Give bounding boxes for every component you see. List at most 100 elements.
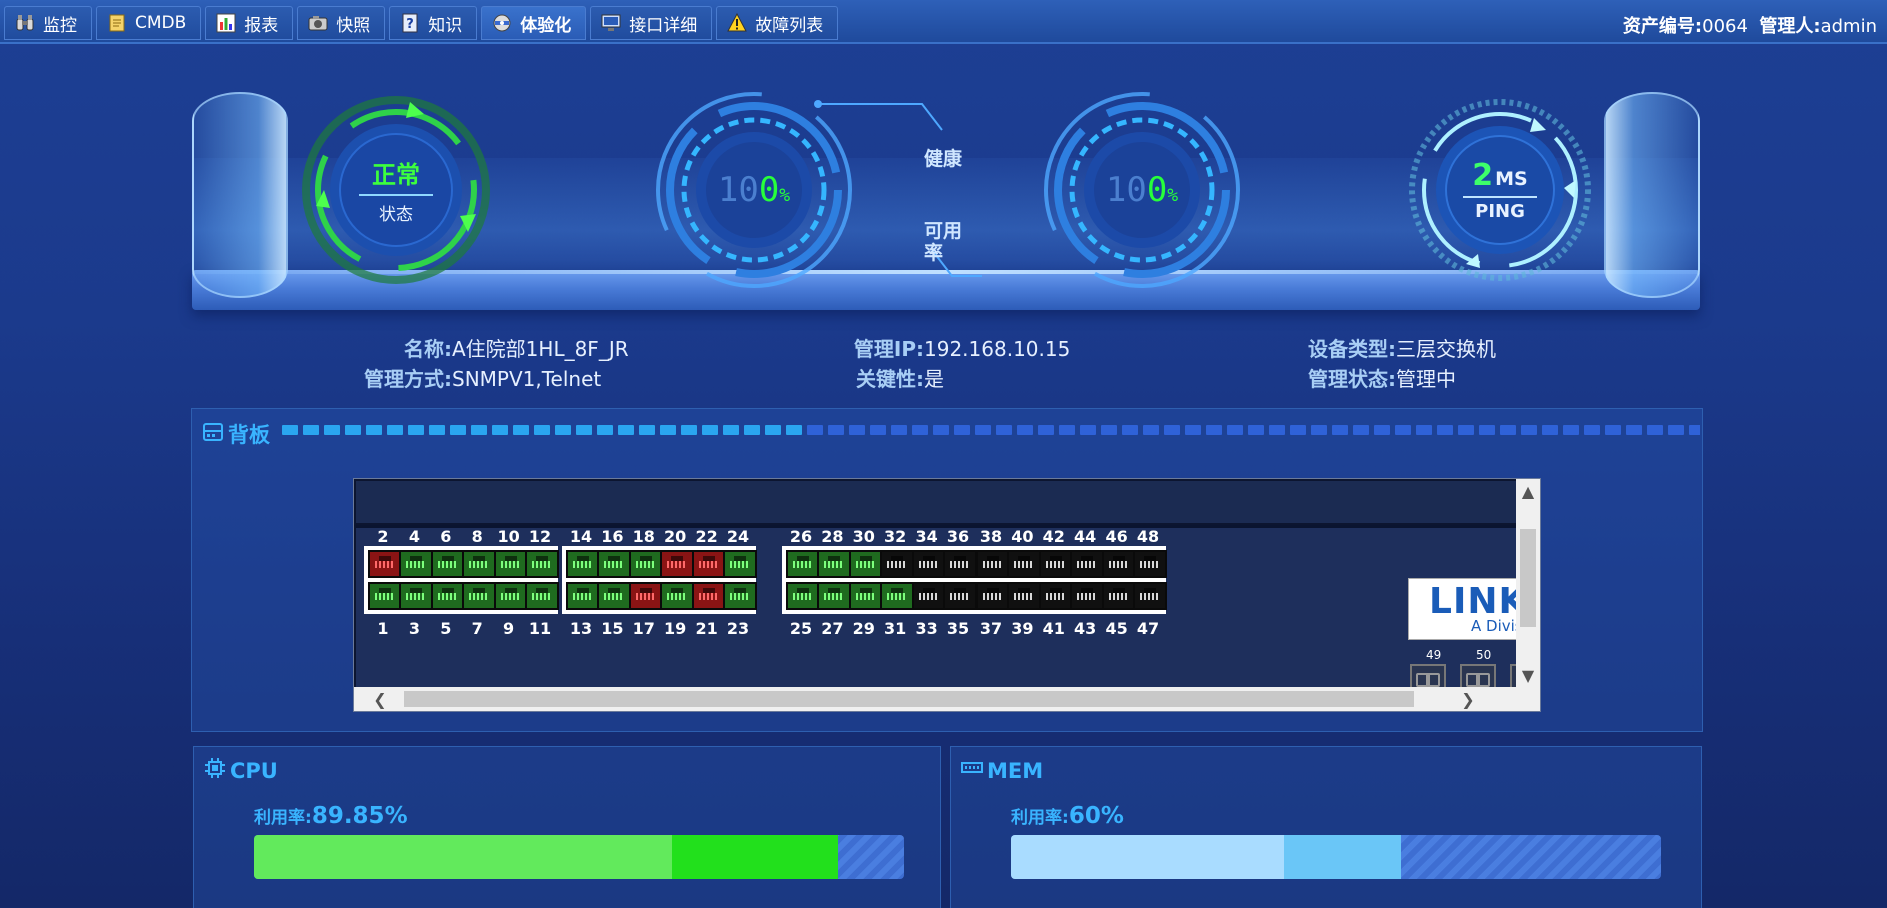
switch-port[interactable] xyxy=(1070,550,1105,578)
switch-port[interactable] xyxy=(911,550,946,578)
vertical-scrollbar[interactable]: ▲ ▼ xyxy=(1516,479,1540,689)
switch-port[interactable] xyxy=(462,582,497,610)
scroll-left-icon[interactable]: ❮ xyxy=(368,687,392,711)
switch-port[interactable] xyxy=(880,582,915,610)
camera-icon xyxy=(308,13,328,33)
switch-port[interactable] xyxy=(430,550,465,578)
switch-port[interactable] xyxy=(566,582,600,610)
mem-title: MEM xyxy=(961,757,1043,784)
switch-port[interactable] xyxy=(368,582,402,610)
switch-port[interactable] xyxy=(493,550,528,578)
switch-port[interactable] xyxy=(1133,550,1167,578)
tab-monitor[interactable]: 监控 xyxy=(4,6,92,40)
switch-port[interactable] xyxy=(399,582,434,610)
switch-port[interactable] xyxy=(368,550,402,578)
mgmt-status-value: 管理中 xyxy=(1396,367,1456,391)
switch-port[interactable] xyxy=(911,582,946,610)
switch-port[interactable] xyxy=(597,582,632,610)
port-number: 22 xyxy=(695,527,718,546)
name-value: A住院部1HL_8F_JR xyxy=(452,337,629,361)
tab-label: 接口详细 xyxy=(629,15,698,36)
switch-port[interactable] xyxy=(691,550,726,578)
switch-port[interactable] xyxy=(566,550,600,578)
sfp-port-50[interactable] xyxy=(1460,664,1496,689)
switch-port[interactable] xyxy=(493,582,528,610)
port-number: 3 xyxy=(408,619,420,638)
switch-port[interactable] xyxy=(1070,582,1105,610)
tab-knowledge[interactable]: ? 知识 xyxy=(389,6,478,40)
switch-port[interactable] xyxy=(691,582,726,610)
title-dash xyxy=(975,425,991,435)
switch-port[interactable] xyxy=(525,550,559,578)
port-number: 39 xyxy=(1011,619,1034,638)
scroll-down-icon[interactable]: ▼ xyxy=(1516,663,1540,687)
title-dash xyxy=(513,425,529,435)
title-dash xyxy=(891,425,907,435)
switch-port[interactable] xyxy=(817,582,852,610)
switch-port[interactable] xyxy=(880,550,915,578)
switch-port[interactable] xyxy=(976,550,1010,578)
title-dash xyxy=(597,425,613,435)
title-dash xyxy=(1626,425,1642,435)
port-number: 7 xyxy=(471,619,483,638)
title-dash xyxy=(1164,425,1180,435)
title-dash xyxy=(282,425,298,435)
switch-port[interactable] xyxy=(976,582,1010,610)
port-number: 17 xyxy=(632,619,655,638)
title-dash xyxy=(1143,425,1159,435)
switch-port[interactable] xyxy=(786,582,820,610)
switch-port[interactable] xyxy=(1101,550,1136,578)
title-dash xyxy=(1521,425,1537,435)
title-dash xyxy=(912,425,928,435)
switch-port[interactable] xyxy=(1007,582,1042,610)
port-number: 33 xyxy=(915,619,938,638)
switch-port[interactable] xyxy=(1038,550,1073,578)
availability-unit: % xyxy=(1167,185,1179,206)
switch-port[interactable] xyxy=(1101,582,1136,610)
title-dash xyxy=(450,425,466,435)
tab-interface-detail[interactable]: 接口详细 xyxy=(590,6,713,40)
scroll-right-icon[interactable]: ❯ xyxy=(1456,687,1480,711)
sfp-port-49[interactable] xyxy=(1410,664,1446,689)
mem-usage-bar xyxy=(1011,835,1661,879)
tab-cmdb[interactable]: CMDB xyxy=(96,6,202,40)
switch-port[interactable] xyxy=(628,550,663,578)
switch-port[interactable] xyxy=(399,550,434,578)
switch-port[interactable] xyxy=(848,582,883,610)
port-number: 14 xyxy=(569,527,593,546)
switch-port[interactable] xyxy=(943,582,977,610)
switch-port[interactable] xyxy=(1133,582,1167,610)
horizontal-scroll-thumb[interactable] xyxy=(404,691,1414,707)
cpu-usage-bar xyxy=(254,835,904,879)
help-book-icon: ? xyxy=(400,13,420,33)
port-number: 34 xyxy=(915,527,938,546)
switch-port[interactable] xyxy=(660,582,695,610)
switch-port[interactable] xyxy=(660,550,695,578)
port-number: 19 xyxy=(664,619,687,638)
title-dash xyxy=(1038,425,1054,435)
vertical-scroll-thumb[interactable] xyxy=(1520,529,1536,627)
switch-port[interactable] xyxy=(430,582,465,610)
switch-port[interactable] xyxy=(723,582,757,610)
switch-port[interactable] xyxy=(943,550,977,578)
tab-fault-list[interactable]: 故障列表 xyxy=(716,6,839,40)
switch-port[interactable] xyxy=(462,550,497,578)
switch-port[interactable] xyxy=(597,550,632,578)
switch-port[interactable] xyxy=(1038,582,1073,610)
switch-port[interactable] xyxy=(817,550,852,578)
tab-experience[interactable]: 体验化 xyxy=(481,6,587,40)
switch-port[interactable] xyxy=(848,550,883,578)
switch-port[interactable] xyxy=(1007,550,1042,578)
svg-text:?: ? xyxy=(407,17,415,32)
tab-label: 体验化 xyxy=(520,15,572,36)
asset-number-label: 资产编号: xyxy=(1622,16,1703,37)
tab-snapshot[interactable]: 快照 xyxy=(297,6,386,40)
switch-port[interactable] xyxy=(525,582,559,610)
scroll-up-icon[interactable]: ▲ xyxy=(1516,479,1540,503)
horizontal-scrollbar[interactable]: ❮ ❯ xyxy=(354,687,1518,711)
switch-port[interactable] xyxy=(723,550,757,578)
switch-port[interactable] xyxy=(628,582,663,610)
port-number: 16 xyxy=(601,527,624,546)
tab-report[interactable]: 报表 xyxy=(205,6,294,40)
switch-port[interactable] xyxy=(786,550,820,578)
